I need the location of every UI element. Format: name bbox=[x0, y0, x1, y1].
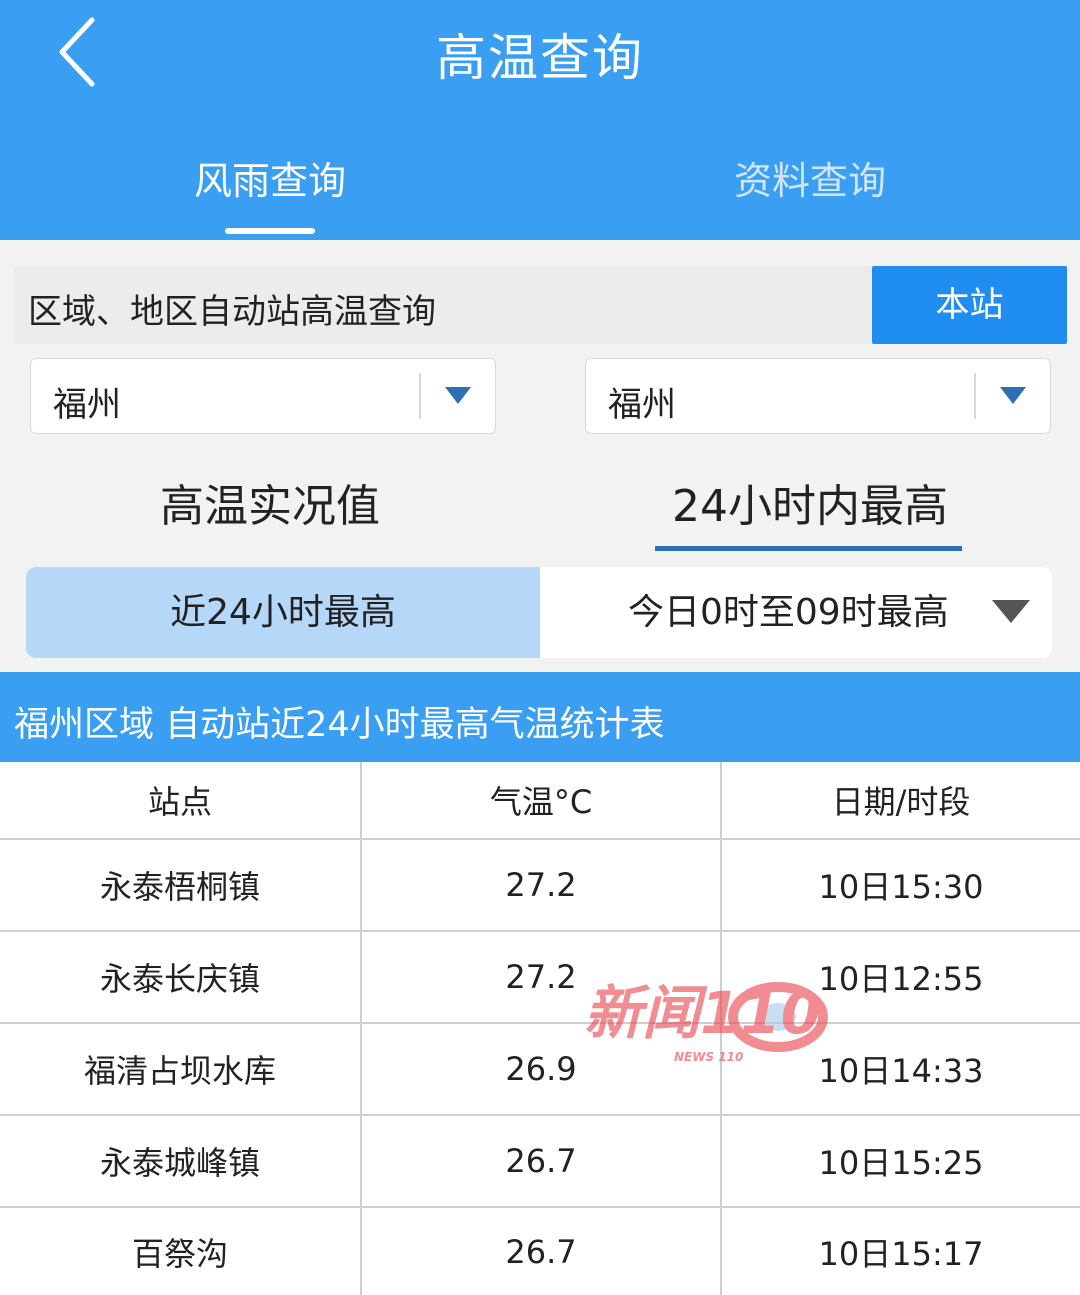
select-divider bbox=[419, 373, 421, 419]
tab-24h-max[interactable]: 24小时内最高 bbox=[540, 470, 1080, 534]
segment-last-24h[interactable]: 近24小时最高 bbox=[26, 567, 540, 658]
area-select[interactable]: 福州 bbox=[585, 358, 1051, 434]
temp-cell: 26.9 bbox=[360, 1024, 720, 1114]
station-cell: 百祭沟 bbox=[131, 1234, 228, 1273]
tab-data-query[interactable]: 资料查询 bbox=[540, 150, 1080, 205]
region-select-value: 福州 bbox=[53, 385, 121, 425]
table-row: 永泰长庆镇 27.2 10日12:55 bbox=[0, 932, 1080, 1024]
page-title: 高温查询 bbox=[436, 29, 644, 87]
segment-today-0-9[interactable]: 今日0时至09时最高 bbox=[540, 567, 1052, 658]
dropdown-triangle-icon bbox=[992, 600, 1030, 623]
table-header-row: 站点 气温°C 日期/时段 bbox=[0, 762, 1080, 840]
active-tab-indicator bbox=[225, 228, 315, 234]
query-label: 区域、地区自动站高温查询 bbox=[28, 292, 436, 332]
station-cell: 永泰长庆镇 bbox=[99, 960, 260, 998]
dropdown-arrow-icon bbox=[1000, 387, 1026, 404]
table-title: 福州区域 自动站近24小时最高气温统计表 bbox=[14, 705, 665, 745]
temp-cell: 26.7 bbox=[360, 1208, 720, 1295]
area-select-value: 福州 bbox=[608, 385, 676, 425]
station-cell: 福清占坝水库 bbox=[83, 1052, 276, 1090]
column-header-temp: 气温°C bbox=[360, 762, 720, 838]
temp-cell: 26.7 bbox=[360, 1116, 720, 1206]
query-bar: 区域、地区自动站高温查询 bbox=[14, 266, 872, 344]
select-divider bbox=[974, 373, 976, 419]
time-cell: 10日14:33 bbox=[720, 1024, 1080, 1114]
app-header: 高温查询 风雨查询 资料查询 bbox=[0, 0, 1080, 240]
segment-today-label: 今日0时至09时最高 bbox=[628, 592, 949, 633]
temperature-table: 站点 气温°C 日期/时段 永泰梧桐镇 27.2 10日15:30 永泰长庆镇 … bbox=[0, 762, 1080, 1295]
table-row: 永泰梧桐镇 27.2 10日15:30 bbox=[0, 840, 1080, 932]
temp-cell: 27.2 bbox=[360, 840, 720, 930]
station-cell: 永泰城峰镇 bbox=[99, 1144, 260, 1182]
local-station-button[interactable]: 本站 bbox=[872, 266, 1067, 344]
time-cell: 10日15:30 bbox=[720, 840, 1080, 930]
column-header-station: 站点 bbox=[147, 783, 212, 821]
time-cell: 10日15:25 bbox=[720, 1116, 1080, 1206]
station-cell: 永泰梧桐镇 bbox=[99, 868, 260, 906]
dropdown-arrow-icon bbox=[445, 387, 471, 404]
table-row: 永泰城峰镇 26.7 10日15:25 bbox=[0, 1116, 1080, 1208]
table-row: 百祭沟 26.7 10日15:17 bbox=[0, 1208, 1080, 1295]
active-mode-indicator bbox=[655, 546, 962, 551]
time-cell: 10日15:17 bbox=[720, 1208, 1080, 1295]
region-select[interactable]: 福州 bbox=[30, 358, 496, 434]
time-cell: 10日12:55 bbox=[720, 932, 1080, 1022]
table-row: 福清占坝水库 26.9 10日14:33 bbox=[0, 1024, 1080, 1116]
tab-wind-rain-query[interactable]: 风雨查询 bbox=[0, 150, 540, 205]
period-segment: 近24小时最高 今日0时至09时最高 bbox=[26, 567, 1052, 658]
table-title-bar: 福州区域 自动站近24小时最高气温统计表 bbox=[0, 672, 1080, 762]
tab-high-temp-live[interactable]: 高温实况值 bbox=[0, 470, 540, 534]
temp-cell: 27.2 bbox=[360, 932, 720, 1022]
column-header-time: 日期/时段 bbox=[720, 762, 1080, 838]
